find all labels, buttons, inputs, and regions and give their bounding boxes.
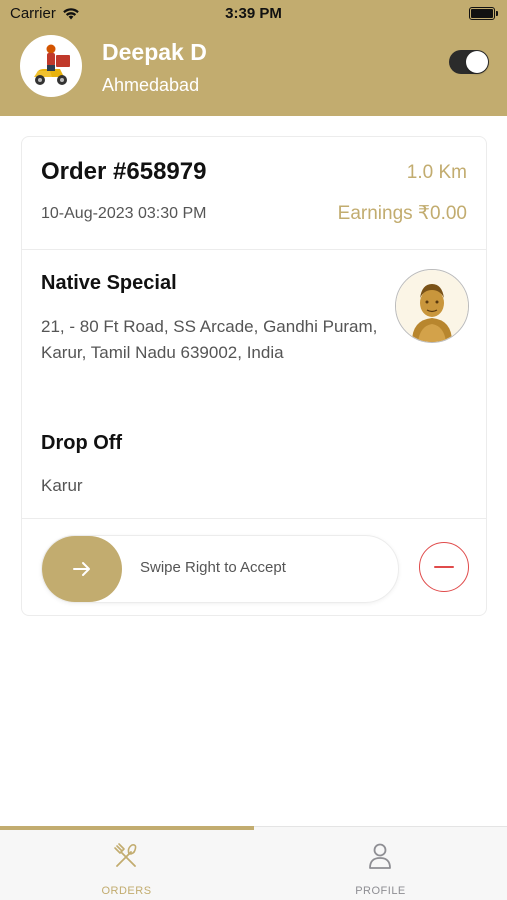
app-header: Deepak D Ahmedabad (0, 28, 507, 116)
restaurant-portrait-icon (396, 270, 468, 342)
fork-knife-icon (114, 843, 137, 867)
swipe-label: Swipe Right to Accept (140, 559, 286, 576)
person-icon (369, 843, 391, 869)
status-time: 3:39 PM (225, 5, 282, 22)
online-toggle[interactable] (449, 50, 489, 74)
order-distance: 1.0 Km (406, 162, 467, 183)
toggle-knob (466, 51, 488, 73)
order-card[interactable]: Order #658979 1.0 Km 10-Aug-2023 03:30 P… (21, 136, 487, 616)
avatar[interactable] (20, 35, 82, 97)
status-bar: Carrier 3:39 PM (0, 0, 507, 28)
restaurant-name: Native Special (41, 272, 177, 294)
battery-icon (469, 7, 498, 20)
decline-button[interactable] (419, 542, 469, 592)
bottom-tab-bar: ORDERS PROFILE (0, 826, 507, 900)
tab-orders-label: ORDERS (101, 885, 152, 897)
divider (22, 518, 486, 519)
drop-off-place: Karur (41, 476, 83, 495)
tab-profile-label: PROFILE (355, 885, 406, 897)
order-date: 10-Aug-2023 03:30 PM (41, 205, 207, 222)
user-city: Ahmedabad (102, 75, 200, 95)
order-number: Order #658979 (41, 158, 207, 185)
divider (22, 249, 486, 250)
tab-orders[interactable]: ORDERS (0, 827, 253, 900)
delivery-scooter-icon (34, 44, 70, 85)
restaurant-logo (395, 269, 469, 343)
tab-profile[interactable]: PROFILE (254, 827, 507, 900)
swipe-handle[interactable] (42, 536, 122, 602)
swipe-to-accept-slider[interactable]: Swipe Right to Accept (41, 535, 399, 603)
minus-icon (434, 566, 454, 568)
user-name: Deepak D (102, 39, 207, 65)
restaurant-address: 21, - 80 Ft Road, SS Arcade, Gandhi Pura… (41, 317, 378, 362)
order-earnings: Earnings ₹0.00 (337, 203, 467, 224)
drop-off-title: Drop Off (41, 432, 123, 454)
arrow-right-icon (73, 562, 90, 576)
